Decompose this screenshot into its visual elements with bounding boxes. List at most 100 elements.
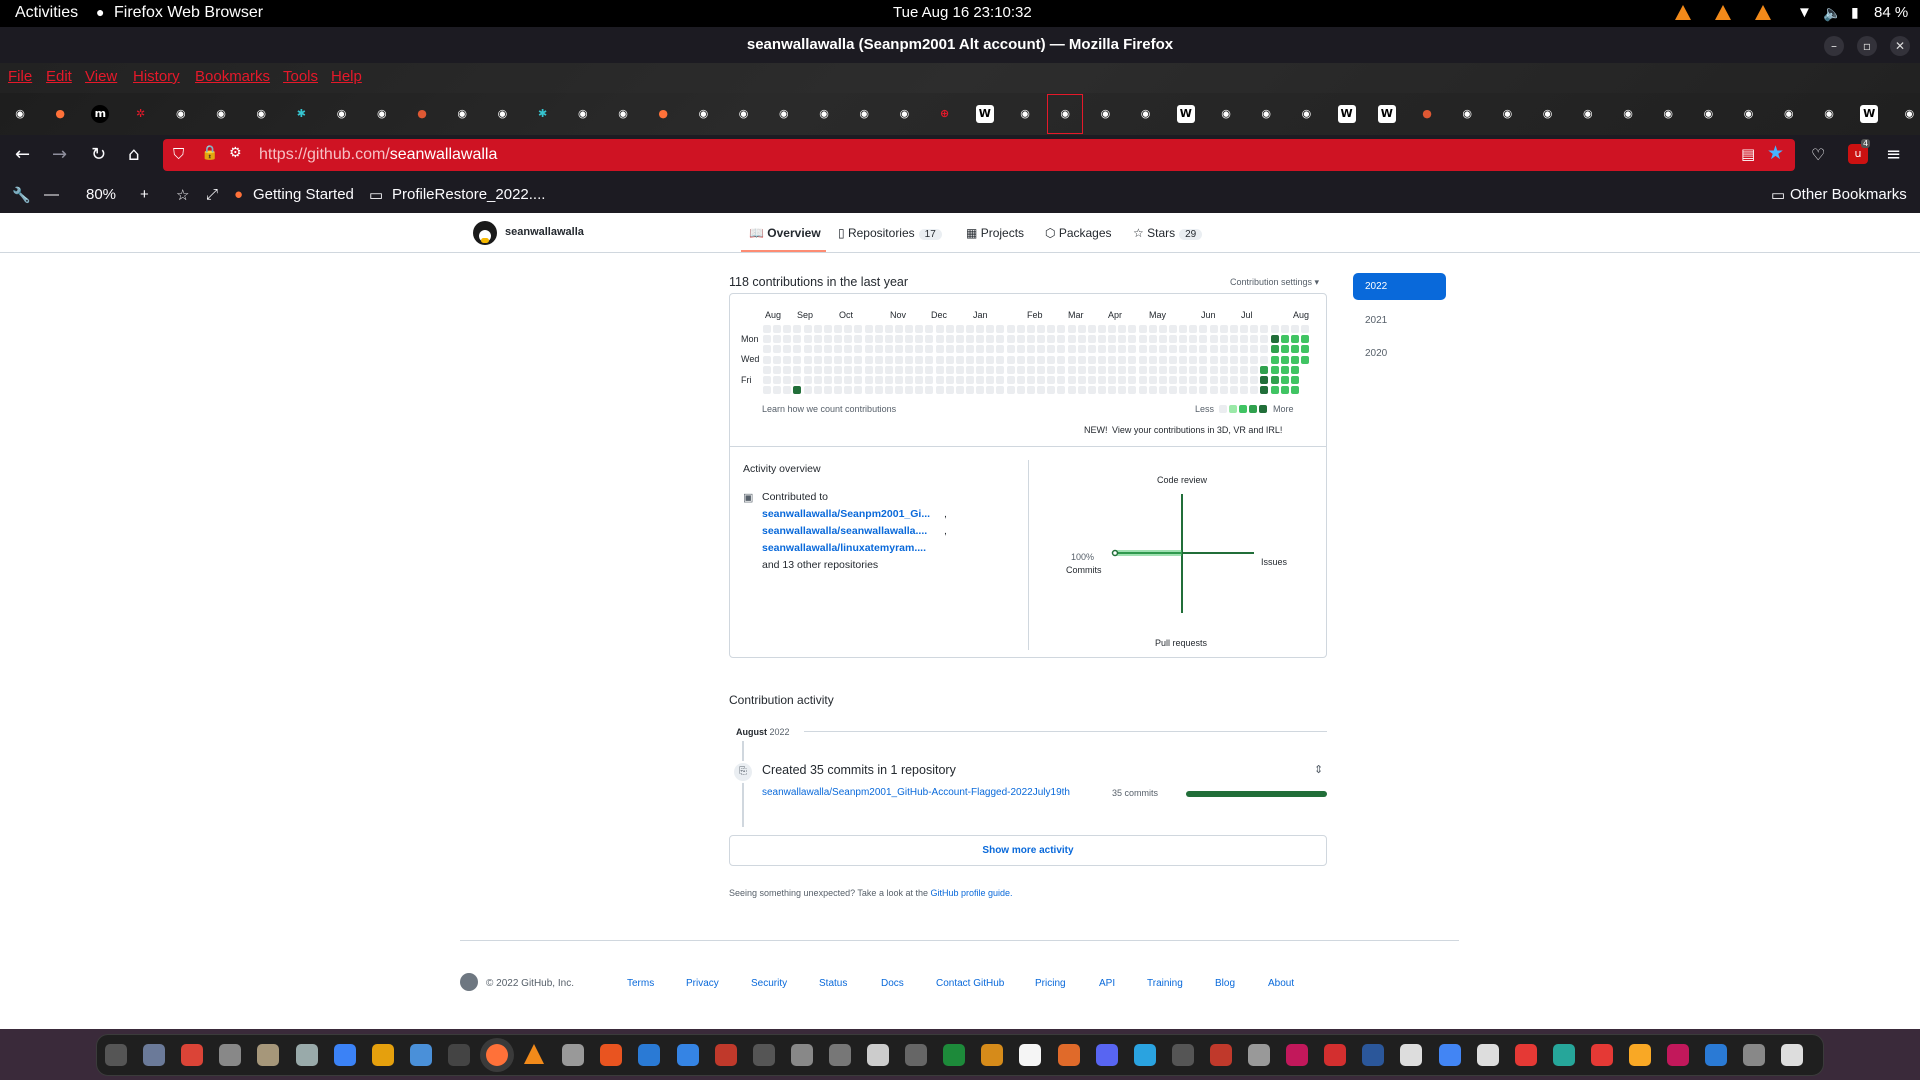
contribution-day[interactable] [1087, 335, 1096, 344]
browser-tab[interactable]: ◉ [248, 101, 274, 127]
contribution-day[interactable] [1016, 355, 1025, 364]
contribution-day[interactable] [1006, 386, 1015, 395]
contribution-day[interactable] [1300, 325, 1309, 333]
contribution-day[interactable] [1026, 365, 1035, 374]
contribution-day[interactable] [813, 376, 822, 384]
browser-tab[interactable]: ◉ [851, 101, 877, 127]
draw-icon[interactable] [1019, 1044, 1042, 1066]
discord-icon[interactable] [1095, 1044, 1118, 1066]
contribution-day[interactable] [915, 355, 924, 364]
contribution-day[interactable] [1026, 335, 1035, 344]
contribution-day[interactable] [1270, 355, 1279, 364]
contribution-day[interactable] [834, 386, 843, 395]
contribution-day[interactable] [773, 376, 782, 384]
contribution-day[interactable] [1169, 386, 1177, 395]
tool-icon[interactable] [1667, 1044, 1690, 1066]
browser-tab[interactable]: m [87, 101, 113, 127]
contribution-day[interactable] [1128, 386, 1137, 395]
contribution-day[interactable] [823, 365, 832, 374]
contribution-day[interactable] [996, 325, 1005, 333]
contribution-day[interactable] [925, 376, 934, 384]
contribution-day[interactable] [1026, 325, 1035, 333]
contribution-day[interactable] [1240, 365, 1249, 374]
contribution-day[interactable] [1169, 355, 1177, 364]
contribution-day[interactable] [1260, 355, 1269, 364]
browser-tab[interactable]: W [1173, 101, 1199, 127]
contribution-day[interactable] [1240, 325, 1249, 333]
contribution-day[interactable] [976, 345, 985, 354]
browser-tab[interactable]: ◉ [208, 101, 234, 127]
browser-tab[interactable]: ● [409, 101, 435, 127]
contribution-day[interactable] [864, 365, 873, 374]
contribution-day[interactable] [1087, 386, 1096, 395]
contribution-day[interactable] [793, 345, 802, 354]
contribution-day[interactable] [783, 386, 792, 395]
contribution-day[interactable] [1209, 355, 1218, 364]
contribution-day[interactable] [1097, 376, 1106, 384]
contribution-day[interactable] [1118, 335, 1127, 344]
contribution-day[interactable] [884, 345, 893, 354]
contribution-day[interactable] [844, 355, 853, 364]
contribution-day[interactable] [864, 345, 873, 354]
contribution-day[interactable] [773, 325, 782, 333]
impress-icon[interactable] [981, 1044, 1004, 1066]
calc-icon[interactable] [943, 1044, 966, 1066]
contribution-day[interactable] [1179, 325, 1188, 333]
contribution-day[interactable] [905, 355, 914, 364]
contribution-day[interactable] [1006, 355, 1015, 364]
contribution-day[interactable] [925, 345, 934, 354]
browser-tab[interactable]: W [1334, 101, 1360, 127]
footer-blog[interactable]: Blog [1215, 978, 1235, 989]
contribution-day[interactable] [905, 386, 914, 395]
contribution-day[interactable] [905, 345, 914, 354]
contribution-day[interactable] [1209, 376, 1218, 384]
contribution-day[interactable] [1280, 365, 1289, 374]
contribution-day[interactable] [1229, 376, 1238, 384]
contribution-day[interactable] [966, 325, 974, 333]
contribution-day[interactable] [1108, 325, 1117, 333]
browser-tab[interactable]: ◉ [1454, 101, 1480, 127]
contribution-day[interactable] [894, 325, 903, 333]
contribution-day[interactable] [1260, 386, 1269, 395]
contribution-day[interactable] [1199, 386, 1208, 395]
browser-tab[interactable]: ◉ [1253, 101, 1279, 127]
bookmark-profilerestore[interactable]: ProfileRestore_2022.... [392, 186, 545, 203]
contribution-day[interactable] [1179, 365, 1188, 374]
office-icon[interactable] [371, 1044, 394, 1066]
contribution-day[interactable] [783, 345, 792, 354]
contribution-day[interactable] [1067, 335, 1076, 344]
contribution-day[interactable] [955, 325, 964, 333]
contribution-day[interactable] [1118, 376, 1127, 384]
contribution-day[interactable] [955, 376, 964, 384]
browser-tab[interactable]: ◉ [891, 101, 917, 127]
contribution-day[interactable] [1158, 386, 1167, 395]
bug-icon[interactable] [790, 1044, 813, 1066]
contribution-day[interactable] [783, 365, 792, 374]
profile-guide-link[interactable]: GitHub profile guide. [931, 888, 1013, 898]
contribution-day[interactable] [1219, 386, 1228, 395]
contribution-day[interactable] [955, 345, 964, 354]
contribution-day[interactable] [1290, 345, 1299, 354]
contribution-day[interactable] [1108, 355, 1117, 364]
contribution-day[interactable] [1240, 376, 1249, 384]
contribution-day[interactable] [803, 345, 812, 354]
contribution-day[interactable] [783, 335, 792, 344]
contribution-day[interactable] [1229, 325, 1238, 333]
browser-tab[interactable]: ⊕ [932, 101, 958, 127]
contribution-day[interactable] [1037, 345, 1046, 354]
contribution-day[interactable] [1138, 335, 1147, 344]
browser-tab[interactable]: ◉ [1293, 101, 1319, 127]
contribution-day[interactable] [1006, 376, 1015, 384]
browser-tab[interactable]: W [972, 101, 998, 127]
contribution-day[interactable] [1108, 376, 1117, 384]
contribution-day[interactable] [1189, 355, 1198, 364]
contribution-day[interactable] [1260, 335, 1269, 344]
contribution-day[interactable] [874, 335, 883, 344]
pocket-icon[interactable]: ♡ [1811, 144, 1825, 166]
contribution-day[interactable] [1037, 325, 1046, 333]
contribution-day[interactable] [1199, 376, 1208, 384]
contribution-day[interactable] [773, 335, 782, 344]
contribution-day[interactable] [915, 376, 924, 384]
map-icon[interactable] [1552, 1044, 1575, 1066]
github-logo-icon[interactable] [460, 973, 478, 991]
